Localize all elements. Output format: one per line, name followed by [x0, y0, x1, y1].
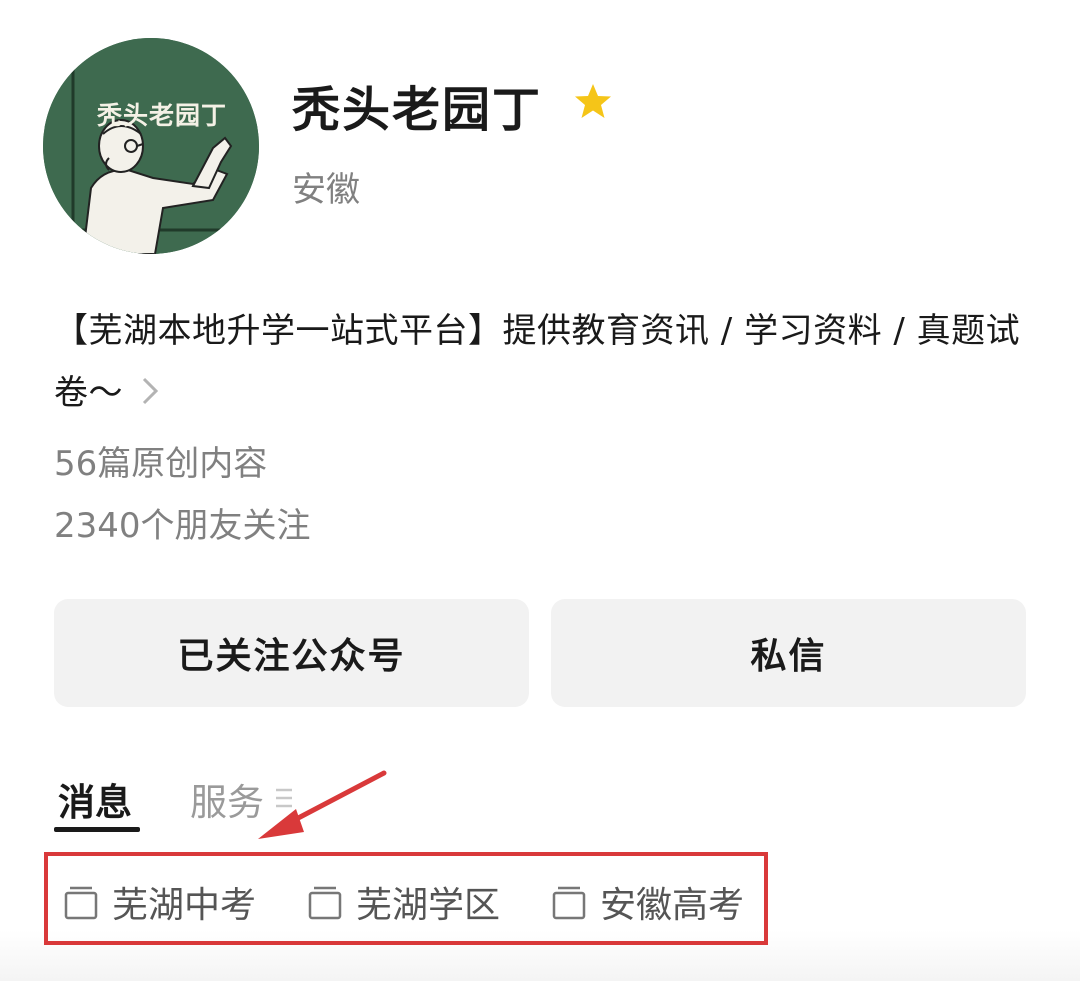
star-icon	[575, 84, 611, 118]
tab-messages[interactable]: 消息	[58, 772, 132, 826]
collection-item[interactable]: 芜湖中考	[64, 880, 256, 926]
avatar[interactable]: 秃头老园丁	[43, 38, 259, 254]
collection-label: 芜湖学区	[356, 885, 501, 926]
teacher-illustration	[43, 38, 259, 254]
collection-label: 安徽高考	[600, 885, 745, 926]
folder-icon	[308, 886, 342, 920]
avatar-text: 秃头老园丁	[97, 101, 228, 130]
folder-icon	[552, 886, 586, 920]
collection-item[interactable]: 芜湖学区	[308, 880, 500, 926]
collection-item[interactable]: 安徽高考	[552, 880, 744, 926]
chevron-right-icon[interactable]	[141, 364, 159, 426]
active-tab-indicator	[54, 827, 140, 832]
original-content-count[interactable]: 56篇原创内容	[54, 436, 267, 485]
folder-icon	[64, 886, 98, 920]
followed-button[interactable]: 已关注公众号	[54, 599, 529, 707]
message-button[interactable]: 私信	[551, 599, 1026, 707]
tab-services[interactable]: 服务	[190, 772, 264, 826]
bio[interactable]: 【芜湖本地升学一站式平台】提供教育资讯 / 学习资料 / 真题试卷～	[54, 300, 1039, 426]
followers-count[interactable]: 2340个朋友关注	[54, 498, 311, 547]
bio-text: 【芜湖本地升学一站式平台】提供教育资讯 / 学习资料 / 真题试卷～	[54, 311, 1021, 413]
account-name: 秃头老园丁	[292, 82, 543, 138]
location: 安徽	[292, 170, 360, 210]
menu-icon[interactable]	[276, 787, 292, 809]
collection-label: 芜湖中考	[112, 885, 257, 926]
